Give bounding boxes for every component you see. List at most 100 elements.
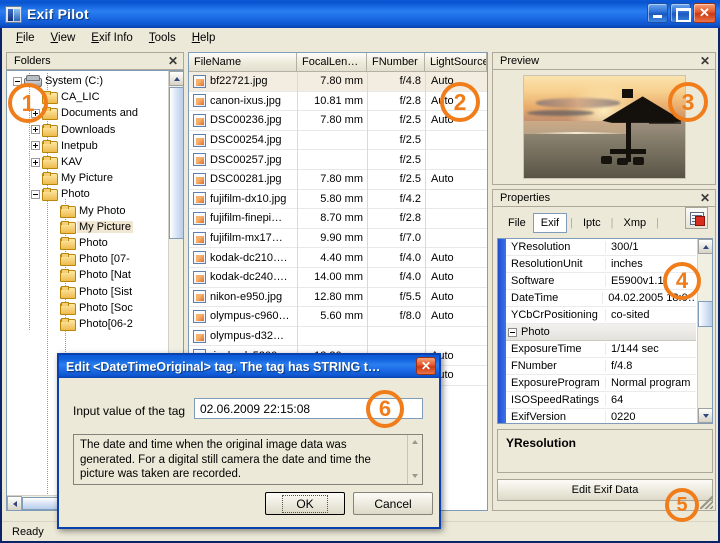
expand-icon[interactable]	[31, 158, 40, 167]
cancel-button[interactable]: Cancel	[353, 492, 433, 515]
title-bar: Exif Pilot ✕	[0, 0, 720, 28]
tree-item[interactable]: My Picture	[7, 170, 167, 186]
preview-stool	[617, 158, 628, 165]
table-row[interactable]: fujifilm-dx10.jpg5.80 mmf/4.2	[189, 190, 487, 210]
tree-item[interactable]: Photo [Nat	[7, 267, 167, 283]
file-name-label: fujifilm-mx17…	[210, 232, 283, 244]
edit-tag-button[interactable]	[685, 207, 708, 229]
folders-close-icon[interactable]: ✕	[168, 54, 178, 69]
column-header[interactable]: LightSource	[425, 53, 487, 72]
description-scrollbar[interactable]	[407, 435, 422, 484]
tree-item[interactable]: Photo [Sist	[7, 283, 167, 299]
menu-exif-info[interactable]: Exif Info	[83, 30, 141, 46]
properties-close-icon[interactable]: ✕	[700, 191, 710, 206]
tree-item[interactable]: Inetpub	[7, 138, 167, 154]
folder-icon	[60, 205, 75, 217]
table-row[interactable]: olympus-d32…	[189, 327, 487, 347]
tree-item[interactable]: KAV	[7, 154, 167, 170]
file-list-rows[interactable]: bf22721.jpg7.80 mmf/4.8Autocanon-ixus.jp…	[189, 72, 487, 386]
properties-vertical-scrollbar[interactable]	[697, 239, 712, 423]
property-row[interactable]: YCbCrPositioningco-sited	[506, 307, 696, 324]
property-group-label: Photo	[521, 326, 550, 338]
scroll-up-icon[interactable]	[169, 71, 184, 86]
tree-item-label: Documents and	[61, 107, 138, 119]
property-row[interactable]: ExifVersion0220	[506, 409, 696, 424]
tab-exif[interactable]: Exif	[533, 213, 567, 233]
property-row[interactable]: ISOSpeedRatings64	[506, 392, 696, 409]
file-list-header: FileNameFocalLen…FNumberLightSource	[189, 53, 487, 72]
collapse-icon[interactable]	[31, 190, 40, 199]
collapse-icon[interactable]	[508, 328, 517, 337]
tree-item[interactable]: Photo[06-2	[7, 316, 167, 332]
scroll-down-icon[interactable]	[408, 469, 423, 484]
tree-item[interactable]: My Photo	[7, 203, 167, 219]
table-row[interactable]: kodak-dc240….14.00 mmf/4.0Auto	[189, 268, 487, 288]
tree-item[interactable]: Photo	[7, 186, 167, 202]
scrollbar-thumb[interactable]	[698, 301, 713, 327]
column-header[interactable]: FileName	[189, 53, 297, 72]
tree-spacer	[49, 255, 58, 264]
table-row[interactable]: DSC00257.jpgf/2.5	[189, 150, 487, 170]
jpeg-file-icon	[193, 310, 206, 323]
table-row[interactable]: nikon-e950.jpg12.80 mmf/5.5Auto	[189, 288, 487, 308]
focal-length-cell: 7.80 mm	[297, 114, 367, 126]
resize-grip[interactable]	[700, 496, 713, 509]
table-row[interactable]: DSC00281.jpg7.80 mmf/2.5Auto	[189, 170, 487, 190]
scroll-up-icon[interactable]	[698, 239, 713, 254]
tree-item[interactable]: Downloads	[7, 122, 167, 138]
tree-item[interactable]: Photo [Soc	[7, 300, 167, 316]
fnumber-cell: f/4.8	[367, 75, 425, 87]
table-row[interactable]: fujifilm-mx17…9.90 mmf/7.0	[189, 229, 487, 249]
preview-close-icon[interactable]: ✕	[700, 54, 710, 69]
property-group-row[interactable]: Photo	[506, 324, 696, 341]
scroll-left-icon[interactable]	[7, 496, 22, 511]
scroll-up-icon[interactable]	[408, 435, 423, 450]
tree-item[interactable]: Photo [07-	[7, 251, 167, 267]
fnumber-cell: f/2.5	[367, 114, 425, 126]
tab-iptc[interactable]: Iptc	[576, 214, 608, 232]
menu-view[interactable]: View	[43, 30, 84, 46]
table-row[interactable]: fujifilm-finepi…8.70 mmf/2.8	[189, 209, 487, 229]
property-row[interactable]: FNumberf/4.8	[506, 358, 696, 375]
file-name-cell: DSC00281.jpg	[189, 173, 297, 186]
table-row[interactable]: olympus-c960…5.60 mmf/8.0Auto	[189, 307, 487, 327]
property-row[interactable]: ExposureTime1/144 sec	[506, 341, 696, 358]
column-divider	[425, 72, 426, 386]
application-window: Exif Pilot ✕ File View Exif Info Tools H…	[0, 0, 720, 543]
expand-icon[interactable]	[31, 141, 40, 150]
focal-length-cell: 7.80 mm	[297, 75, 367, 87]
property-row[interactable]: YResolution300/1	[506, 239, 696, 256]
table-row[interactable]: bf22721.jpg7.80 mmf/4.8Auto	[189, 72, 487, 92]
tab-xmp[interactable]: Xmp	[617, 214, 654, 232]
fnumber-cell: f/4.0	[367, 271, 425, 283]
properties-tabs[interactable]: FileExif|Iptc|Xmp|	[493, 209, 717, 237]
menu-help[interactable]: Help	[184, 30, 224, 46]
table-row[interactable]: DSC00236.jpg7.80 mmf/2.5Auto	[189, 111, 487, 131]
expand-icon[interactable]	[31, 125, 40, 134]
focal-length-cell: 12.80 mm	[297, 291, 367, 303]
selected-tag-description: YResolution	[497, 429, 713, 473]
tree-spacer	[49, 319, 58, 328]
properties-body: FileExif|Iptc|Xmp| YResolution300/1Resol…	[492, 207, 716, 511]
column-header[interactable]: FNumber	[367, 53, 425, 72]
property-row[interactable]: ExposureProgramNormal program	[506, 375, 696, 392]
folder-icon	[60, 269, 75, 281]
menu-file[interactable]: File	[8, 30, 43, 46]
scrollbar-thumb[interactable]	[169, 87, 184, 239]
tag-value-text: 02.06.2009 22:15:08	[200, 402, 310, 416]
dialog-close-icon[interactable]: ✕	[416, 357, 436, 375]
maximize-button[interactable]	[670, 3, 691, 23]
ok-button[interactable]: OK	[265, 492, 345, 515]
table-row[interactable]: DSC00254.jpgf/2.5	[189, 131, 487, 151]
property-value: f/4.8	[606, 360, 632, 372]
minimize-button[interactable]	[647, 3, 668, 23]
scroll-down-icon[interactable]	[698, 408, 713, 423]
column-header[interactable]: FocalLen…	[297, 53, 367, 72]
file-name-label: fujifilm-finepi…	[210, 212, 282, 224]
menu-tools[interactable]: Tools	[141, 30, 184, 46]
close-button[interactable]: ✕	[693, 3, 716, 23]
tab-file[interactable]: File	[501, 214, 533, 232]
tree-item[interactable]: Photo	[7, 235, 167, 251]
tree-item[interactable]: My Picture	[7, 219, 167, 235]
table-row[interactable]: kodak-dc210….4.40 mmf/4.0Auto	[189, 248, 487, 268]
